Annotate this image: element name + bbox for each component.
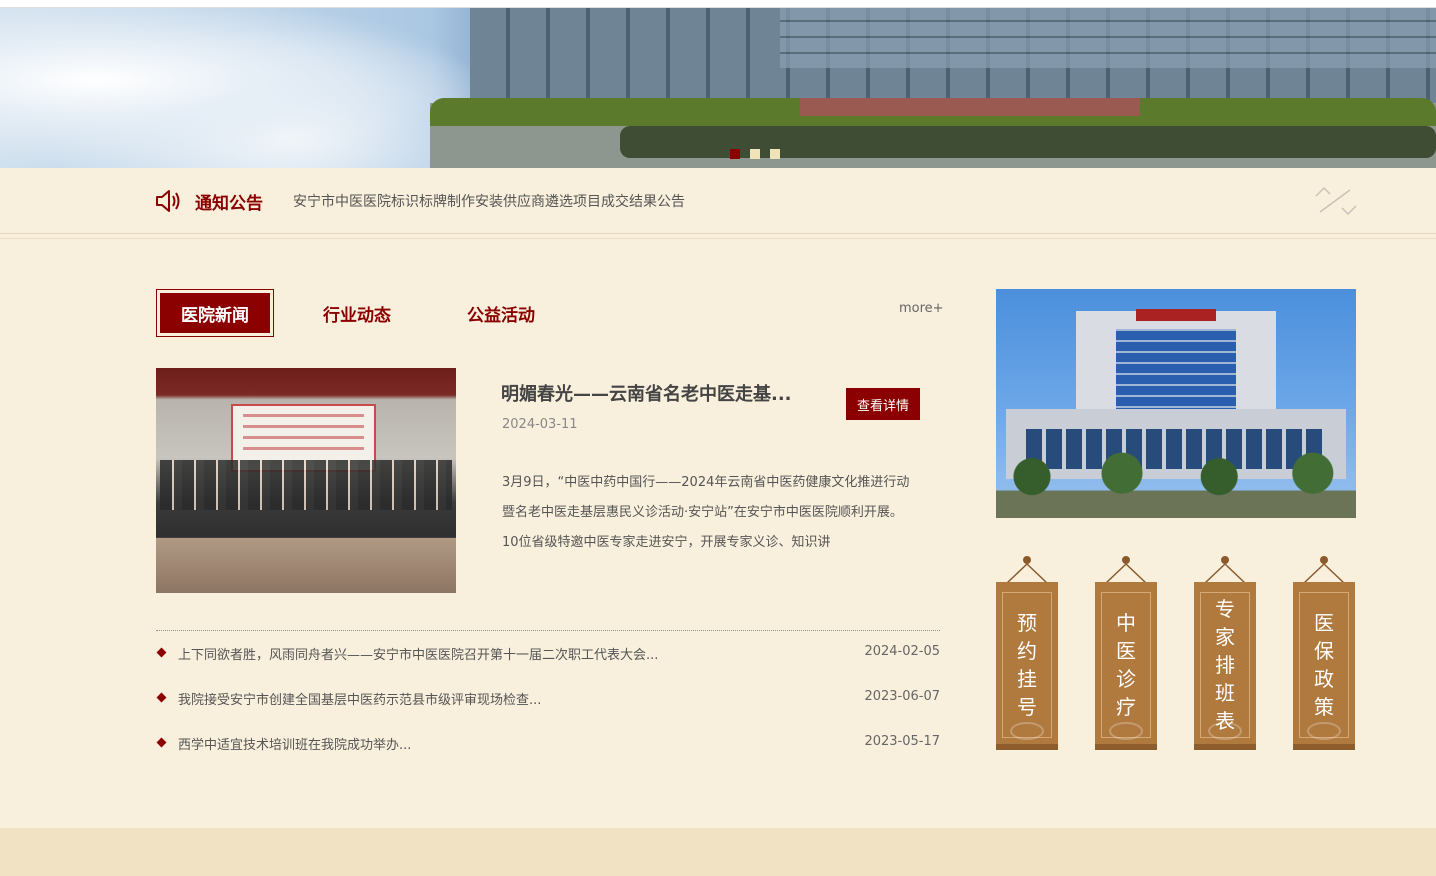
scroll-frame: 预约挂号 xyxy=(1002,592,1052,738)
scroll-body: 预约挂号 xyxy=(996,582,1058,750)
notice-switch-icon[interactable] xyxy=(1314,184,1358,218)
tab-hospital-news[interactable]: 医院新闻 xyxy=(156,289,274,337)
footer-band xyxy=(0,828,1436,876)
tab-hospital-news-label: 医院新闻 xyxy=(160,293,270,333)
top-border xyxy=(0,0,1436,8)
swirl-ornament-icon xyxy=(1208,722,1242,740)
featured-news-summary: 3月9日，“中医中药中国行——2024年云南省中医药健康文化推进行动暨名老中医走… xyxy=(502,475,910,550)
view-details-button[interactable]: 查看详情 xyxy=(846,388,920,420)
more-link[interactable]: more+ xyxy=(899,301,944,316)
scroll-body: 中医诊疗 xyxy=(1095,582,1157,750)
news-item-title[interactable]: 上下同欲者胜，风雨同舟者兴——安宁市中医医院召开第十一届二次职工代表大会... xyxy=(178,644,658,663)
news-list-item[interactable]: 上下同欲者胜，风雨同舟者兴——安宁市中医医院召开第十一届二次职工代表大会... … xyxy=(156,643,940,665)
hero-banner[interactable] xyxy=(0,8,1436,168)
swirl-ornament-icon xyxy=(1010,722,1044,740)
banner-wall xyxy=(800,98,1140,116)
news-divider xyxy=(156,630,940,631)
tab-industry-news[interactable]: 行业动态 xyxy=(300,289,414,337)
image-hospital-sign xyxy=(1136,309,1216,321)
banner-dot-2[interactable] xyxy=(750,149,760,159)
news-item-date: 2023-06-07 xyxy=(864,689,940,704)
scroll-string-icon xyxy=(1006,563,1048,584)
featured-news-image[interactable] xyxy=(156,368,456,593)
banner-building-windows xyxy=(780,8,1436,68)
tab-charity[interactable]: 公益活动 xyxy=(444,289,558,337)
news-item-date: 2023-05-17 xyxy=(864,734,940,749)
quick-link-insurance-policy[interactable]: 医保政策 xyxy=(1293,556,1355,750)
scroll-frame: 中医诊疗 xyxy=(1101,592,1151,738)
notice-title: 通知公告 xyxy=(195,194,263,214)
scroll-body: 专家排班表 xyxy=(1194,582,1256,750)
quick-link-expert-schedule[interactable]: 专家排班表 xyxy=(1194,556,1256,750)
scroll-body: 医保政策 xyxy=(1293,582,1355,750)
image-group-photo xyxy=(160,460,452,510)
quick-link-label: 专家排班表 xyxy=(1215,597,1235,733)
banner-sky xyxy=(0,8,480,168)
scroll-frame: 专家排班表 xyxy=(1200,592,1250,738)
notice-divider xyxy=(0,238,1436,239)
notice-link[interactable]: 安宁市中医医院标识标牌制作安装供应商遴选项目成交结果公告 xyxy=(293,191,685,211)
swirl-ornament-icon xyxy=(1109,722,1143,740)
quick-link-label: 预约挂号 xyxy=(1017,611,1037,719)
news-item-title[interactable]: 西学中适宜技术培训班在我院成功举办... xyxy=(178,734,411,753)
speaker-icon xyxy=(156,190,180,212)
diamond-bullet-icon xyxy=(156,647,167,658)
scroll-string-icon xyxy=(1105,563,1147,584)
quick-link-label: 中医诊疗 xyxy=(1116,611,1136,719)
scroll-frame: 医保政策 xyxy=(1299,592,1349,738)
news-list-item[interactable]: 西学中适宜技术培训班在我院成功举办... 2023-05-17 xyxy=(156,733,940,755)
news-list-item[interactable]: 我院接受安宁市创建全国基层中医药示范县市级评审现场检查... 2023-06-0… xyxy=(156,688,940,710)
diamond-bullet-icon xyxy=(156,737,167,748)
banner-dot-1[interactable] xyxy=(730,149,740,159)
quick-link-appointment[interactable]: 预约挂号 xyxy=(996,556,1058,750)
scroll-string-icon xyxy=(1303,563,1345,584)
banner-dot-3[interactable] xyxy=(770,149,780,159)
swirl-ornament-icon xyxy=(1307,722,1341,740)
featured-news-title[interactable]: 明媚春光——云南省名老中医走基... xyxy=(501,380,792,406)
quick-link-label: 医保政策 xyxy=(1314,611,1334,719)
hospital-building-image xyxy=(996,289,1356,518)
diamond-bullet-icon xyxy=(156,692,167,703)
image-table xyxy=(156,538,456,593)
featured-news-date: 2024-03-11 xyxy=(502,417,578,432)
scroll-string-icon xyxy=(1204,563,1246,584)
news-item-title[interactable]: 我院接受安宁市创建全国基层中医药示范县市级评审现场检查... xyxy=(178,689,541,708)
banner-pagination xyxy=(730,149,780,159)
quick-link-tcm-treatment[interactable]: 中医诊疗 xyxy=(1095,556,1157,750)
image-trees xyxy=(996,449,1356,518)
news-item-date: 2024-02-05 xyxy=(864,644,940,659)
